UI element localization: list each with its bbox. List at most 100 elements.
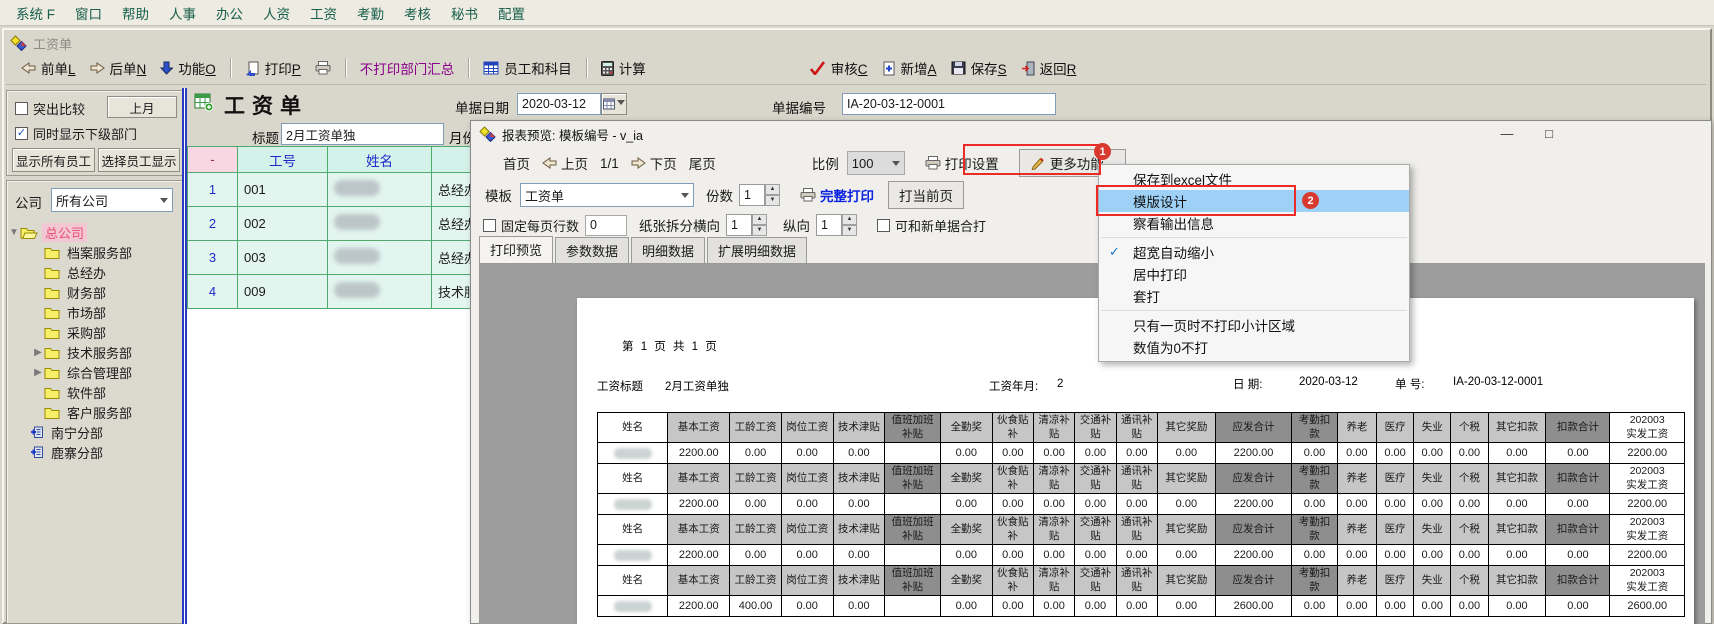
split-vertical-stepper[interactable]: 1▲▼ xyxy=(816,214,857,236)
payslip-header-cell: 养老 xyxy=(1337,413,1376,443)
redacted-name xyxy=(334,180,380,196)
grid-icon xyxy=(483,61,499,75)
toolbar-button-printer-icon[interactable] xyxy=(308,57,338,79)
redacted-name xyxy=(614,448,652,459)
tab-明细数据[interactable]: 明细数据 xyxy=(631,237,705,264)
tree-item-总公司[interactable]: ▼总公司 xyxy=(8,222,180,242)
payslip-header-cell: 工龄工资 xyxy=(730,566,782,596)
last-page-button[interactable]: 尾页 xyxy=(683,150,722,176)
tree-item-label: 采购部 xyxy=(64,323,109,342)
payslip-header-cell: 通讯补 贴 xyxy=(1116,515,1157,545)
menubar-item-10[interactable]: 秘书 xyxy=(441,0,488,26)
select-employees-button[interactable]: 选择员工显示 xyxy=(98,148,180,172)
split-horizontal-stepper[interactable]: 1▲▼ xyxy=(726,214,767,236)
minimize-button[interactable]: — xyxy=(1491,123,1523,144)
menu-item-模版设计[interactable]: 模版设计 xyxy=(1099,190,1409,212)
menubar-item-1[interactable]: 系统 F xyxy=(6,0,65,26)
tree-expander-icon[interactable]: ▼ xyxy=(8,227,20,238)
menu-item-套打[interactable]: 套打 xyxy=(1099,285,1409,307)
tree-expander-icon[interactable]: ▶ xyxy=(32,367,44,378)
highlight-compare-checkbox[interactable]: 突出比较 xyxy=(15,99,85,118)
toolbar-button-新增[interactable]: 新增A xyxy=(875,54,944,82)
menu-item-居中打印[interactable]: 居中打印 xyxy=(1099,263,1409,285)
payslip-header-cell: 岗位工资 xyxy=(781,464,833,494)
payslip-header-cell: 202003 实发工资 xyxy=(1610,413,1685,443)
payslip-header-row: 姓名基本工资工龄工资岗位工资技术津贴值班加班 补贴全勤奖伙食贴 补清凉补 贴交通… xyxy=(598,515,1685,545)
payslip-value-cell: 0.00 xyxy=(940,443,992,464)
toolbar-button-员工和科目[interactable]: 员工和科目 xyxy=(476,54,579,82)
doc-date-input[interactable]: 2020-03-12 xyxy=(517,93,601,115)
toolbar-button-计算[interactable]: 计算 xyxy=(594,54,653,82)
first-page-button[interactable]: 首页 xyxy=(497,150,536,176)
scale-select[interactable]: 100 xyxy=(847,151,905,175)
company-select[interactable]: 所有公司 xyxy=(51,188,173,212)
menu-item-察看输出信息[interactable]: 察看输出信息 xyxy=(1099,212,1409,234)
menubar-item-6[interactable]: 人资 xyxy=(253,0,300,26)
show-all-employees-button[interactable]: 显示所有员工 xyxy=(12,148,95,172)
print-setup-button[interactable]: 打印设置 xyxy=(919,150,1005,176)
payslip-header-cell: 工龄工资 xyxy=(730,464,782,494)
calendar-dropdown-button[interactable] xyxy=(601,93,627,115)
full-print-button[interactable]: 完整打印 xyxy=(794,182,880,208)
compare-panel: 突出比较 上月 ✓同时显示下级部门 显示所有员工 选择员工显示 xyxy=(6,90,183,176)
menubar-item-4[interactable]: 人事 xyxy=(159,0,206,26)
copies-stepper[interactable]: 1▲▼ xyxy=(739,184,780,206)
payslip-value-cell: 0.00 xyxy=(1451,596,1488,617)
window-title: 工资单 xyxy=(33,34,72,53)
fixed-rows-input[interactable]: 0 xyxy=(585,215,627,236)
toolbar-button-打印[interactable]: 打印P xyxy=(238,54,308,82)
print-preview-pane: 第 1 页 共 1 页 2020— 工资标题 2月工资单独 工资年月: 2 日 … xyxy=(479,263,1705,624)
payslip-header-cell: 考勤扣 款 xyxy=(1292,413,1337,443)
toolbar-button-功能[interactable]: 功能O xyxy=(153,54,223,82)
tree-item-客户服务部[interactable]: 客户服务部 xyxy=(8,402,180,422)
merge-print-checkbox[interactable]: 可和新单据合打 xyxy=(877,216,986,235)
print-current-page-button[interactable]: 打当前页 xyxy=(888,181,964,209)
menubar-item-2[interactable]: 窗口 xyxy=(65,0,112,26)
tree-expander-icon[interactable]: ▶ xyxy=(32,347,44,358)
tree-item-采购部[interactable]: 采购部 xyxy=(8,322,180,342)
tree-item-总经办[interactable]: 总经办 xyxy=(8,262,180,282)
tree-item-综合管理部[interactable]: ▶综合管理部 xyxy=(8,362,180,382)
toolbar-button-返回[interactable]: 返回R xyxy=(1014,54,1084,82)
toolbar-button-前单[interactable]: 前单L xyxy=(14,54,83,82)
menubar-item-5[interactable]: 办公 xyxy=(206,0,253,26)
tree-item-财务部[interactable]: 财务部 xyxy=(8,282,180,302)
next-page-button[interactable]: 下页 xyxy=(625,150,683,176)
tree-item-技术服务部[interactable]: ▶技术服务部 xyxy=(8,342,180,362)
menu-item-超宽自动缩小[interactable]: ✓超宽自动缩小 xyxy=(1099,241,1409,263)
payslip-header-cell: 全勤奖 xyxy=(940,464,992,494)
menubar-item-9[interactable]: 考核 xyxy=(394,0,441,26)
menu-item-只有一页时不打印小计区域[interactable]: 只有一页时不打印小计区域 xyxy=(1099,314,1409,336)
menubar-item-7[interactable]: 工资 xyxy=(300,0,347,26)
tree-item-软件部[interactable]: 软件部 xyxy=(8,382,180,402)
menu-item-数值为0不打[interactable]: 数值为0不打 xyxy=(1099,336,1409,358)
caption-input[interactable]: 2月工资单独 xyxy=(281,123,444,145)
menubar-item-3[interactable]: 帮助 xyxy=(112,0,159,26)
tab-参数数据[interactable]: 参数数据 xyxy=(555,237,629,264)
tab-打印预览[interactable]: 打印预览 xyxy=(479,236,553,265)
salary-month-label: 工资年月: xyxy=(989,378,1038,394)
tree-item-档案服务部[interactable]: 档案服务部 xyxy=(8,242,180,262)
payslip-value-cell xyxy=(885,545,941,566)
fixed-rows-checkbox[interactable]: 固定每页行数 xyxy=(483,216,579,235)
maximize-button[interactable]: □ xyxy=(1533,123,1565,144)
payslip-header-cell: 值班加班 补贴 xyxy=(885,464,941,494)
menu-item-保存到excel文件[interactable]: 保存到excel文件 xyxy=(1099,168,1409,190)
toolbar-button-不打印部门汇总[interactable]: 不打印部门汇总 xyxy=(353,54,462,82)
tree-item-鹿寨分部[interactable]: 鹿寨分部 xyxy=(8,442,180,462)
toolbar-button-后单[interactable]: 后单N xyxy=(83,54,154,82)
template-select[interactable]: 工资单 xyxy=(520,183,694,207)
tab-扩展明细数据[interactable]: 扩展明细数据 xyxy=(707,237,807,264)
menubar-item-11[interactable]: 配置 xyxy=(488,0,535,26)
toolbar-button-保存[interactable]: 保存S xyxy=(944,54,1014,82)
prev-page-button[interactable]: 上页 xyxy=(536,150,594,176)
show-sub-dept-checkbox[interactable]: ✓同时显示下级部门 xyxy=(15,124,137,143)
toolbar-button-label: 后单N xyxy=(110,58,147,78)
toolbar-button-审核[interactable]: 审核C xyxy=(803,54,875,82)
doc-no-input[interactable]: IA-20-03-12-0001 xyxy=(842,93,1056,115)
tree-item-市场部[interactable]: 市场部 xyxy=(8,302,180,322)
report-no-label: 单 号: xyxy=(1395,376,1424,392)
last-month-button[interactable]: 上月 xyxy=(107,96,177,118)
tree-item-南宁分部[interactable]: 南宁分部 xyxy=(8,422,180,442)
menubar-item-8[interactable]: 考勤 xyxy=(347,0,394,26)
